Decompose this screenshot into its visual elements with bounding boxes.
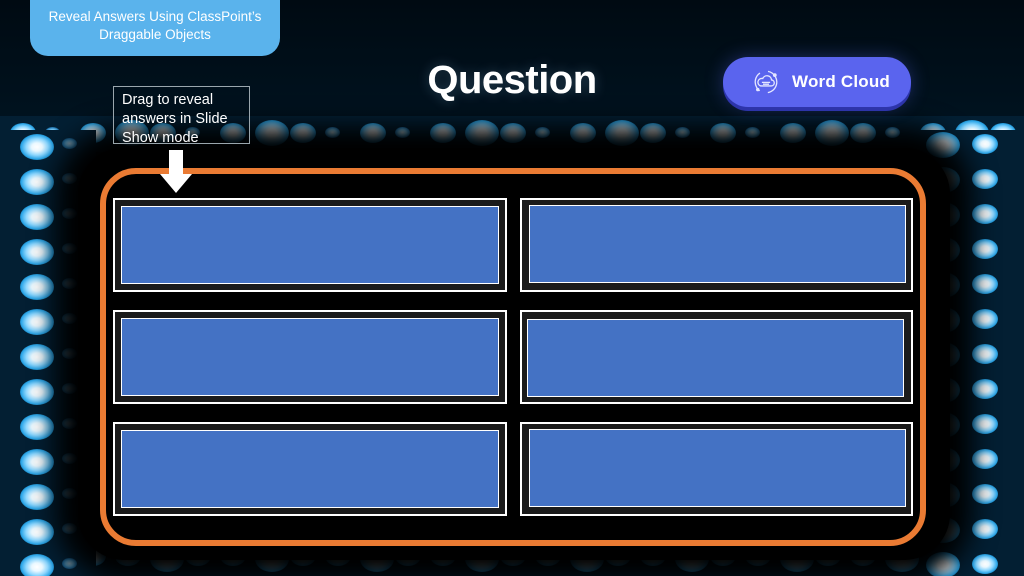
- marquee-bulb: [465, 120, 499, 146]
- marquee-bulb: [62, 523, 77, 534]
- header-badge-label: Reveal Answers Using ClassPoint’s Dragga…: [48, 9, 262, 42]
- marquee-bulb: [815, 120, 849, 146]
- marquee-bulb: [972, 274, 998, 294]
- answer-boxes-grid: [113, 198, 913, 516]
- marquee-bulb: [20, 449, 54, 475]
- marquee-bulb: [972, 309, 998, 329]
- hint-tooltip-label: Drag to reveal answers in Slide Show mod…: [122, 92, 228, 146]
- marquee-bulb: [62, 418, 77, 429]
- answer-box[interactable]: [519, 198, 913, 292]
- answer-box[interactable]: [519, 422, 913, 516]
- arrow-down-icon: [160, 150, 192, 193]
- marquee-bulb: [20, 204, 54, 230]
- marquee-bulb: [972, 414, 998, 434]
- answer-box-fill: [526, 319, 904, 397]
- marquee-bulb: [20, 519, 54, 545]
- slide-canvas: Question Reveal Answers Using ClassPoint…: [0, 0, 1024, 576]
- answer-box[interactable]: [113, 310, 507, 404]
- marquee-bulb: [360, 123, 386, 143]
- answer-box[interactable]: [113, 198, 507, 292]
- marquee-bulb: [640, 123, 666, 143]
- marquee-bulb: [972, 344, 998, 364]
- marquee-bulb: [20, 239, 54, 265]
- marquee-bulb: [972, 449, 998, 469]
- marquee-bulb: [570, 123, 596, 143]
- marquee-bulb: [255, 120, 289, 146]
- marquee-bulb: [62, 173, 77, 184]
- marquee-bulb: [20, 484, 54, 510]
- marquee-bulb: [20, 554, 54, 576]
- marquee-bulb: [972, 204, 998, 224]
- marquee-bulb: [62, 243, 77, 254]
- marquee-bulb: [20, 414, 54, 440]
- marquee-bulb: [20, 344, 54, 370]
- marquee-bulb: [972, 379, 998, 399]
- marquee-bulb: [972, 169, 998, 189]
- marquee-bulb: [325, 127, 340, 138]
- marquee-bulb: [395, 127, 410, 138]
- answer-box-fill: [528, 429, 906, 507]
- marquee-bulb: [20, 309, 54, 335]
- marquee-bulb: [430, 123, 456, 143]
- marquee-bulb: [62, 348, 77, 359]
- marquee-bulb: [62, 313, 77, 324]
- word-cloud-button[interactable]: Word Cloud: [723, 57, 911, 107]
- marquee-bulb: [20, 169, 54, 195]
- marquee-bulb: [500, 123, 526, 143]
- marquee-bulb: [62, 453, 77, 464]
- marquee-bulb: [20, 274, 54, 300]
- marquee-bulb: [62, 383, 77, 394]
- header-badge: Reveal Answers Using ClassPoint’s Dragga…: [30, 0, 280, 56]
- marquee-bulb: [62, 278, 77, 289]
- marquee-bulb: [850, 123, 876, 143]
- marquee-bulb: [62, 488, 77, 499]
- marquee-bulb: [710, 123, 736, 143]
- marquee-bulb: [62, 208, 77, 219]
- marquee-bulb: [535, 127, 550, 138]
- marquee-bulb: [972, 239, 998, 259]
- answer-box[interactable]: [519, 310, 913, 404]
- marquee-bulb: [605, 120, 639, 146]
- marquee-bulb: [780, 123, 806, 143]
- marquee-bulb: [972, 484, 998, 504]
- answer-box-fill: [121, 206, 499, 284]
- marquee-bulb: [675, 127, 690, 138]
- marquee-bulb: [972, 134, 998, 154]
- marquee-bulb: [62, 558, 77, 569]
- marquee-bulb: [885, 127, 900, 138]
- hint-tooltip: Drag to reveal answers in Slide Show mod…: [113, 86, 250, 146]
- word-cloud-button-label: Word Cloud: [792, 72, 890, 91]
- marquee-bulb: [20, 134, 54, 160]
- answer-box-fill: [121, 318, 499, 396]
- marquee-bulb: [62, 138, 77, 149]
- marquee-bulb: [926, 132, 960, 158]
- marquee-bulb: [290, 123, 316, 143]
- marquee-bulb: [972, 554, 998, 574]
- answer-box[interactable]: [113, 422, 507, 516]
- marquee-bulb: [20, 379, 54, 405]
- answer-box-fill: [528, 205, 906, 283]
- marquee-bulb: [926, 552, 960, 576]
- marquee-bulb: [972, 519, 998, 539]
- word-cloud-icon: [754, 70, 778, 94]
- marquee-bulb: [745, 127, 760, 138]
- answer-box-fill: [121, 430, 499, 508]
